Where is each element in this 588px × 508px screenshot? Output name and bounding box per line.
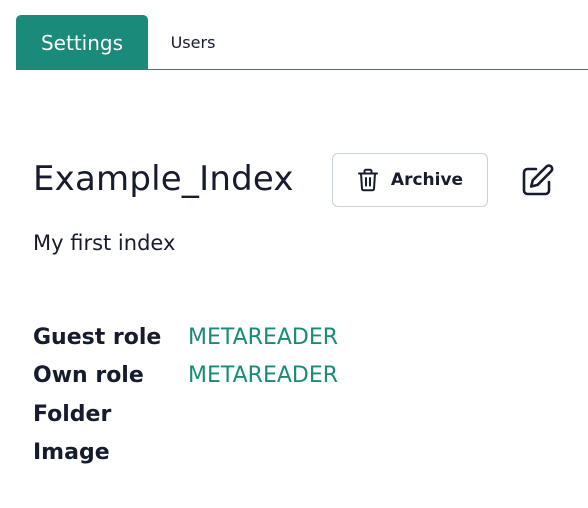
archive-button-label: Archive bbox=[390, 170, 464, 190]
tab-users[interactable]: Users bbox=[148, 15, 238, 70]
trash-icon bbox=[357, 168, 379, 192]
properties-list: Guest role METAREADER Own role METAREADE… bbox=[33, 318, 338, 472]
property-row-folder: Folder bbox=[33, 395, 338, 434]
property-key: Guest role bbox=[33, 324, 162, 350]
edit-button[interactable] bbox=[518, 162, 556, 200]
settings-page: Settings Users Example_Index Archive My … bbox=[0, 0, 588, 508]
property-value: METAREADER bbox=[188, 324, 339, 350]
tab-settings-label: Settings bbox=[40, 30, 124, 55]
property-key: Image bbox=[33, 440, 110, 466]
edit-icon bbox=[519, 163, 555, 199]
property-key: Folder bbox=[33, 401, 112, 427]
property-row-guest-role: Guest role METAREADER bbox=[33, 318, 338, 357]
page-title: Example_Index bbox=[33, 159, 294, 199]
property-value: METAREADER bbox=[188, 363, 339, 389]
tab-users-label: Users bbox=[170, 33, 216, 52]
property-key: Own role bbox=[33, 363, 144, 389]
property-row-image: Image bbox=[33, 434, 338, 473]
tab-settings[interactable]: Settings bbox=[16, 15, 148, 70]
property-row-own-role: Own role METAREADER bbox=[33, 357, 338, 396]
tab-bar: Settings Users bbox=[16, 15, 588, 70]
index-description: My first index bbox=[33, 231, 176, 255]
archive-button[interactable]: Archive bbox=[332, 153, 488, 207]
